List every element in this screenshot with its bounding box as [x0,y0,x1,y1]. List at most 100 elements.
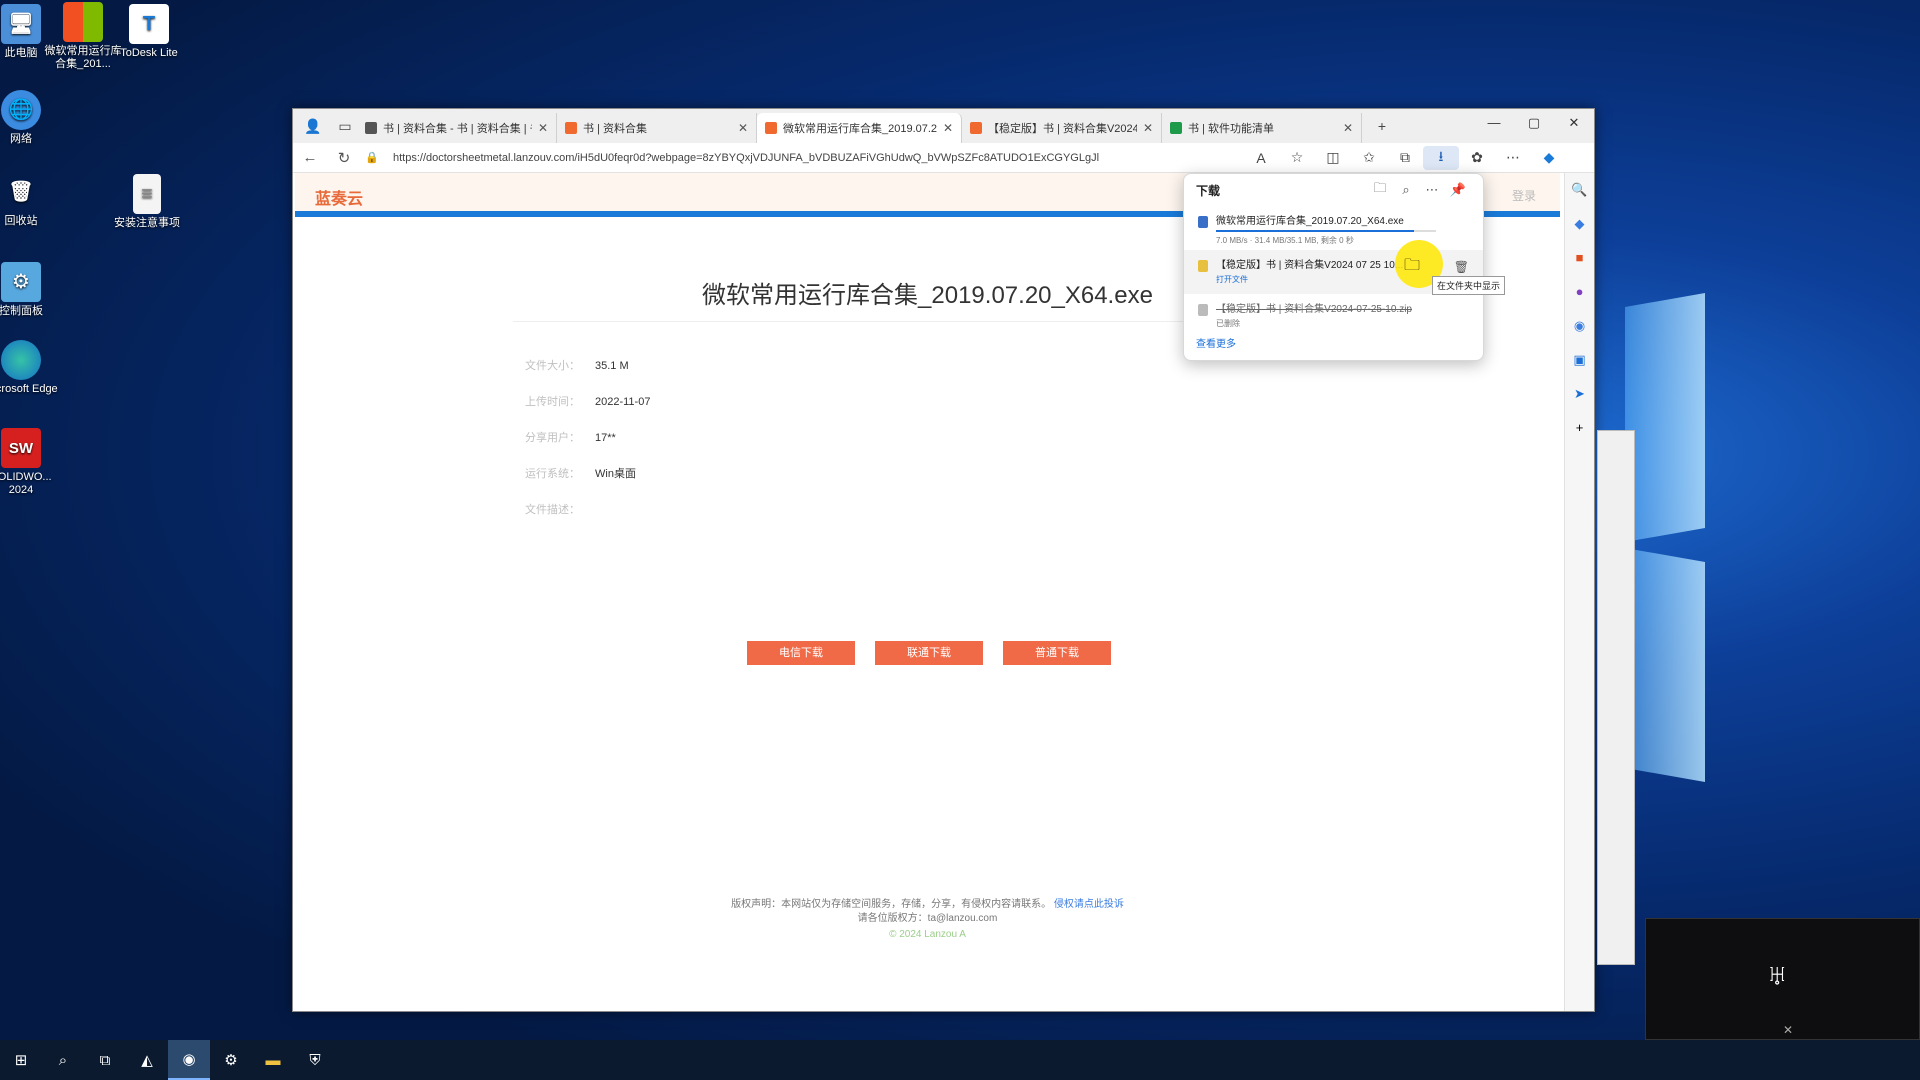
unicom-download-button[interactable]: 联通下载 [875,641,983,665]
see-more-link[interactable]: 查看更多 [1196,335,1236,350]
close-tab-icon[interactable]: ✕ [1143,121,1153,135]
task-view-icon[interactable]: ⧉ [84,1040,126,1080]
more-menu-icon[interactable]: ⋯ [1495,149,1531,166]
edge-icon [1,340,41,380]
show-in-folder-icon[interactable]: 🗀 [1404,254,1420,281]
new-tab-button[interactable]: + [1370,114,1394,138]
desktop-icon-edge[interactable]: Microsoft Edge [0,340,60,396]
edge-sidebar: 🔍 ◆ ■ ● ◉ ▣ ➤ + [1564,173,1594,1011]
tag-icon[interactable]: ◆ [1565,207,1594,241]
people-icon[interactable]: ● [1565,275,1594,309]
login-link[interactable]: 登录 [1512,187,1536,204]
start-icon[interactable]: ⊞ [0,1040,42,1080]
edge-taskbar-icon[interactable]: ◉ [168,1040,210,1080]
send-icon[interactable]: ➤ [1565,377,1594,411]
close-tab-icon[interactable]: ✕ [538,121,548,135]
maximize-button[interactable]: ▢ [1514,109,1554,137]
close-tab-icon[interactable]: ✕ [738,121,748,135]
search-icon[interactable]: ⌕ [42,1040,84,1080]
close-window-button[interactable]: ✕ [1554,109,1594,137]
desktop-icon-recycle-bin[interactable]: 🗑 回收站 [0,172,60,228]
tab-actions-icon[interactable]: ▭ [333,114,357,138]
windows-logo-icon [63,2,103,42]
exe-file-icon [1198,216,1208,228]
desktop-icon-control-panel[interactable]: ⚙ 控制面板 [0,262,60,318]
lock-icon[interactable]: 🔒 [361,151,383,164]
desktop-icon-network[interactable]: 🌐 网络 [0,90,60,146]
recording-overlay: ♅ ✕ [1645,918,1920,1040]
back-icon[interactable]: ← [293,149,327,166]
tab-favicon [970,122,982,134]
collections-icon[interactable]: ⧉ [1387,149,1423,166]
search-icon[interactable]: 🔍 [1565,173,1594,207]
delete-icon[interactable]: 🗑 [1454,260,1469,274]
open-folder-icon[interactable]: 🗀 [1367,179,1393,201]
footer-copyright: 版权声明：本网站仅为存储空间服务，存储，分享，有侵权内容请联系。 侵权请点此投诉 [731,899,1124,910]
meta-row: 分享用户： 17** [525,432,616,444]
tab-2[interactable]: 书 | 资料合集 ✕ [557,113,757,143]
download-item[interactable]: 微软常用运行库合集_2019.07.20_X64.exe 7.0 MB/s · … [1184,206,1483,250]
app-icon[interactable]: ◭ [126,1040,168,1080]
address-bar: ← ↻ 🔒 https://doctorsheetmetal.lanzouv.c… [293,143,1594,173]
downloads-icon[interactable]: ⭳ [1423,145,1459,170]
tab-active[interactable]: 微软常用运行库合集_2019.07.20 ✕ [757,113,962,143]
tab-favicon [365,122,377,134]
wallpaper-beam [1625,292,1705,543]
add-icon[interactable]: + [1565,411,1594,445]
shopping-icon[interactable]: ■ [1565,241,1594,275]
extensions-icon[interactable]: ✿ [1459,149,1495,166]
tab-bar: 👤 ▭ 书 | 资料合集 - 书 | 资料合集 | 书 ✕ 书 | 资料合集 ✕… [293,109,1594,143]
copilot-icon[interactable]: ◆ [1531,149,1567,166]
minimize-button[interactable]: — [1474,109,1514,137]
url-field[interactable]: https://doctorsheetmetal.lanzouv.com/iH5… [383,147,1243,169]
site-logo[interactable]: 蓝奏云 [315,185,363,209]
file-explorer-icon[interactable]: ▬ [252,1040,294,1080]
normal-download-button[interactable]: 普通下载 [1003,641,1111,665]
desktop-icon-todesk[interactable]: T ToDesk Lite [110,4,188,60]
download-progress [1216,230,1436,232]
search-icon[interactable]: ⌕ [1393,182,1419,198]
computer-icon: 🖥 [1,4,41,44]
solidworks-icon: SW [1,428,41,468]
progress-fill [1216,230,1414,232]
download-item[interactable]: 【稳定版】书 | 资料合集V2024-07-25-10.zip 已删除 [1184,294,1483,338]
read-aloud-icon[interactable]: A [1243,150,1279,166]
close-tab-icon[interactable]: ✕ [1343,121,1353,135]
tab-1[interactable]: 书 | 资料合集 - 书 | 资料合集 | 书 ✕ [357,113,557,143]
tab-4[interactable]: 【稳定版】书 | 资料合集V2024-07-2 ✕ [962,113,1162,143]
recycle-bin-icon: 🗑 [8,180,34,203]
telecom-download-button[interactable]: 电信下载 [747,641,855,665]
security-icon[interactable]: ⛨ [294,1040,336,1080]
meta-row: 上传时间： 2022-11-07 [525,396,651,408]
tab-5[interactable]: 书 | 软件功能清单 ✕ [1162,113,1362,143]
desktop-icon-install-notes[interactable]: ≡ 安装注意事项 [108,174,186,230]
favorite-star-icon[interactable]: ☆ [1279,149,1315,166]
downloads-header: 下载 🗀 ⌕ ⋯ 📌 [1184,174,1483,206]
network-icon: 🌐 [1,90,41,130]
split-screen-icon[interactable]: ◫ [1315,149,1351,166]
favorites-icon[interactable]: ✩ [1351,149,1387,166]
background-window [1597,430,1635,965]
camera-off-icon: ✕ [1783,1023,1794,1037]
profile-icon[interactable]: 👤 [301,114,325,138]
taskbar: ⊞ ⌕ ⧉ ◭ ◉ ⚙ ▬ ⛨ [0,1040,1920,1080]
office-icon[interactable]: ◉ [1565,309,1594,343]
tooltip: 在文件夹中显示 [1432,276,1506,295]
tab-favicon [765,122,777,134]
document-icon: ≡ [133,174,161,214]
window-controls: — ▢ ✕ [1474,109,1594,137]
settings-icon[interactable]: ⚙ [210,1040,252,1080]
meta-row: 文件大小： 35.1 M [525,360,629,372]
control-panel-icon: ⚙ [1,262,41,302]
footer-contact: 请各位版权方：ta@lanzou.com [857,913,998,924]
tab-favicon [565,122,577,134]
desktop-icon-solidworks[interactable]: SW SOLIDWO... 2024 [0,428,60,497]
outlook-icon[interactable]: ▣ [1565,343,1594,377]
wallpaper-beam [1625,547,1705,783]
refresh-icon[interactable]: ↻ [327,149,361,167]
downloads-title: 下载 [1196,183,1221,198]
close-tab-icon[interactable]: ✕ [943,121,953,135]
pin-icon[interactable]: 📌 [1445,182,1471,198]
footer-year: © 2024 Lanzou A [889,929,966,940]
more-icon[interactable]: ⋯ [1419,182,1445,198]
